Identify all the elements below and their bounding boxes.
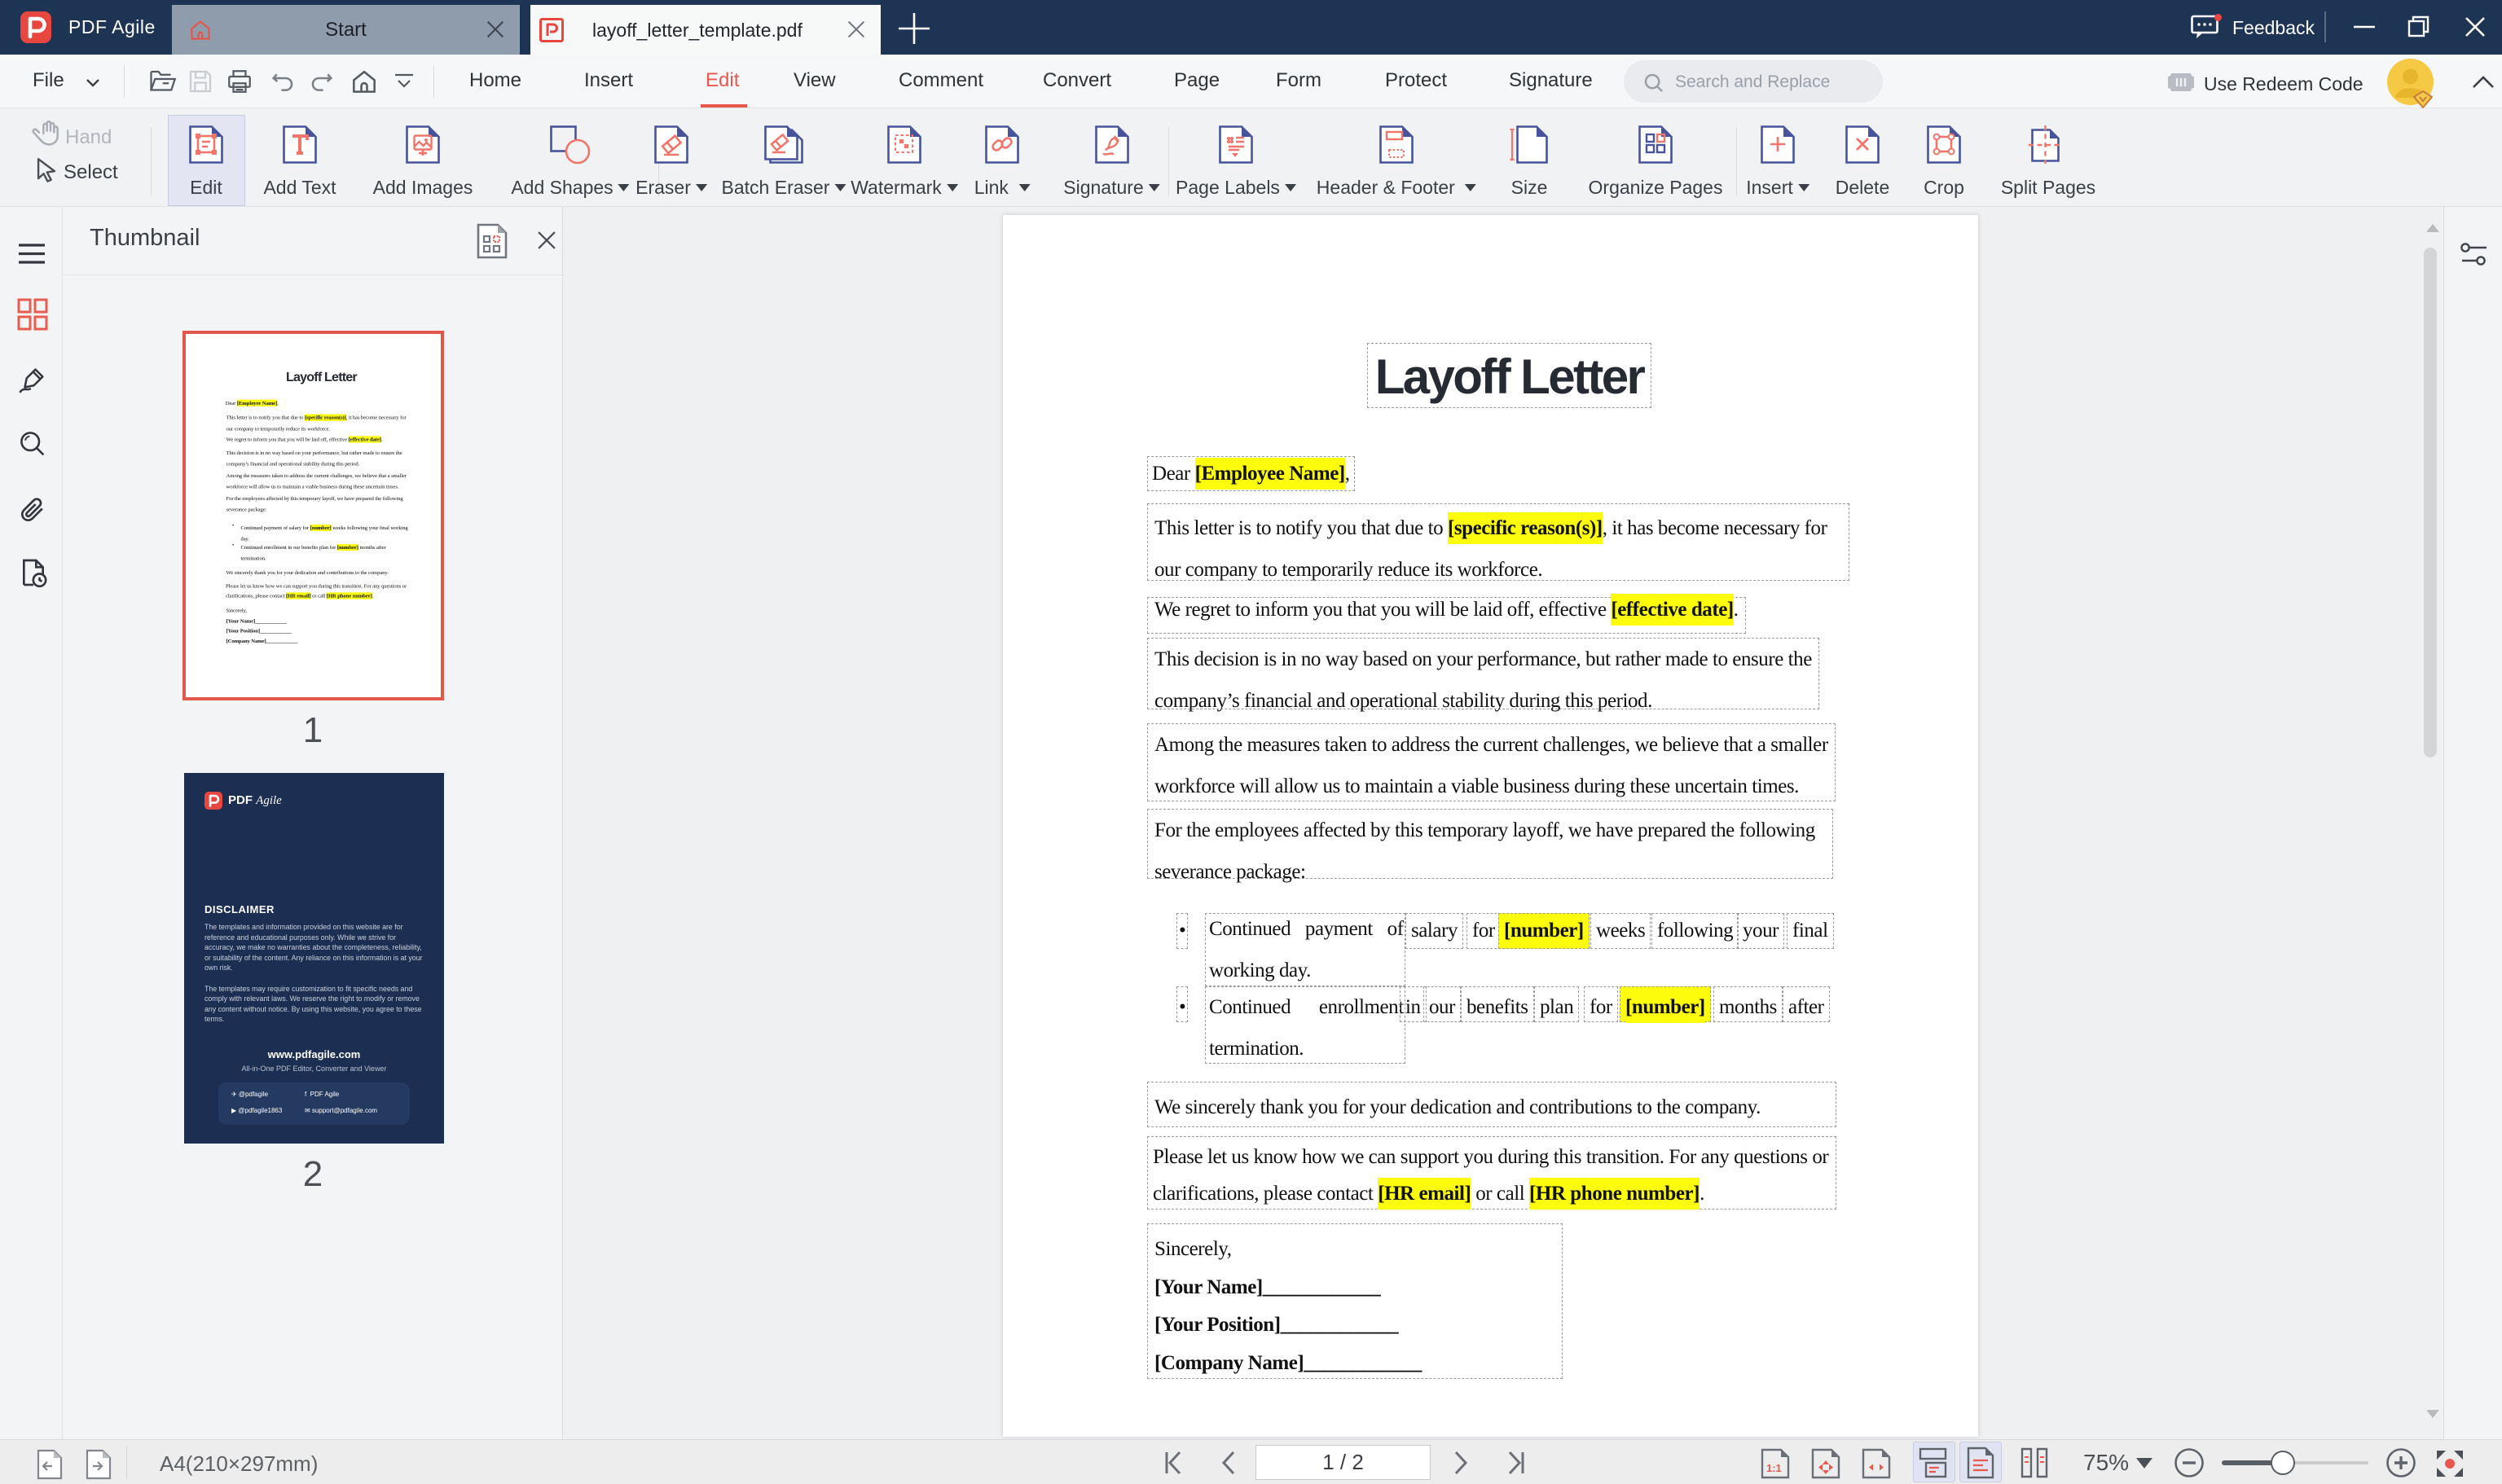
svg-text:1:1: 1:1 <box>1766 1462 1782 1474</box>
